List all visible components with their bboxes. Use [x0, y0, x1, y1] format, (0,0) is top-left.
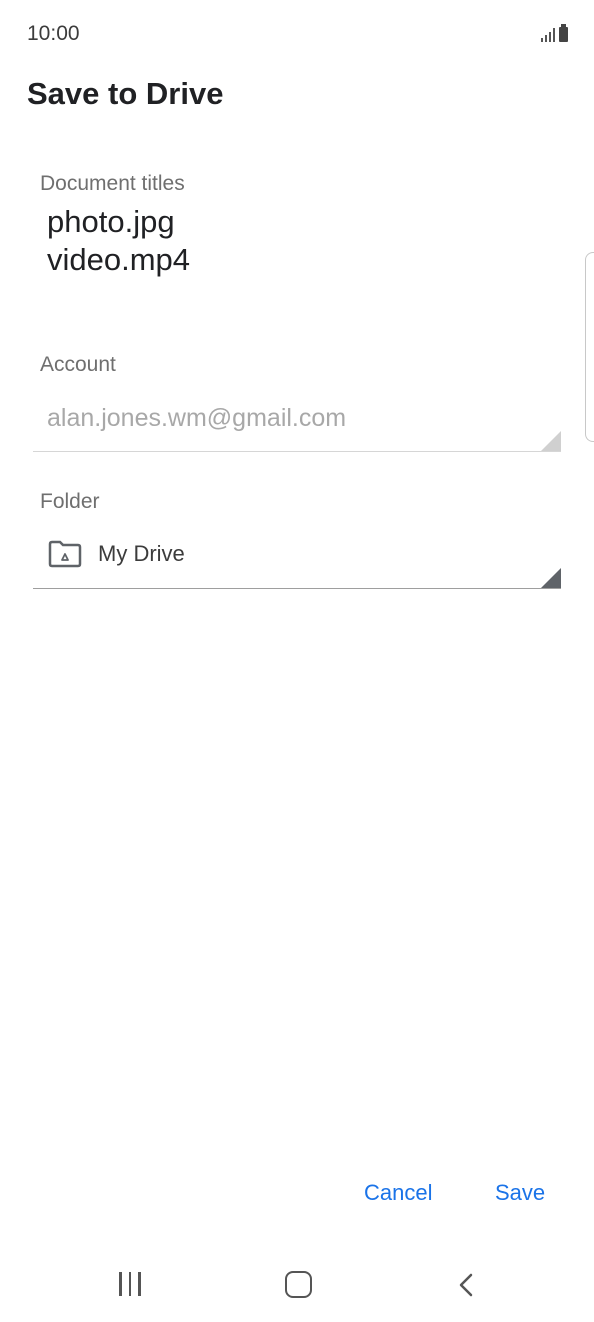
folder-value: My Drive	[98, 541, 185, 566]
navigation-bar	[0, 1244, 594, 1322]
folder-row: My Drive	[48, 540, 185, 568]
back-button[interactable]	[456, 1272, 478, 1298]
dropdown-corner-icon	[541, 568, 561, 588]
home-button[interactable]	[285, 1271, 312, 1298]
dropdown-corner-icon	[541, 431, 561, 451]
account-underline	[33, 451, 561, 452]
document-title-item: video.mp4	[47, 242, 191, 277]
folder-underline	[33, 588, 561, 589]
signal-icon	[541, 26, 555, 42]
cancel-button[interactable]: Cancel	[364, 1180, 432, 1206]
edge-panel-handle[interactable]	[585, 252, 594, 442]
drive-folder-icon	[48, 540, 82, 568]
save-button[interactable]: Save	[495, 1180, 545, 1206]
status-icons	[541, 24, 568, 42]
page-title: Save to Drive	[27, 76, 224, 111]
document-titles-label: Document titles	[40, 172, 185, 195]
document-title-item: photo.jpg	[47, 204, 175, 239]
recent-apps-button[interactable]	[119, 1272, 141, 1296]
document-titles-field[interactable]: photo.jpg video.mp4	[47, 203, 190, 279]
status-bar: 10:00	[0, 0, 594, 66]
battery-icon	[559, 24, 568, 42]
account-value: alan.jones.wm@gmail.com	[47, 404, 347, 432]
status-time: 10:00	[27, 22, 80, 45]
folder-label: Folder	[40, 490, 100, 513]
account-label: Account	[40, 353, 116, 376]
